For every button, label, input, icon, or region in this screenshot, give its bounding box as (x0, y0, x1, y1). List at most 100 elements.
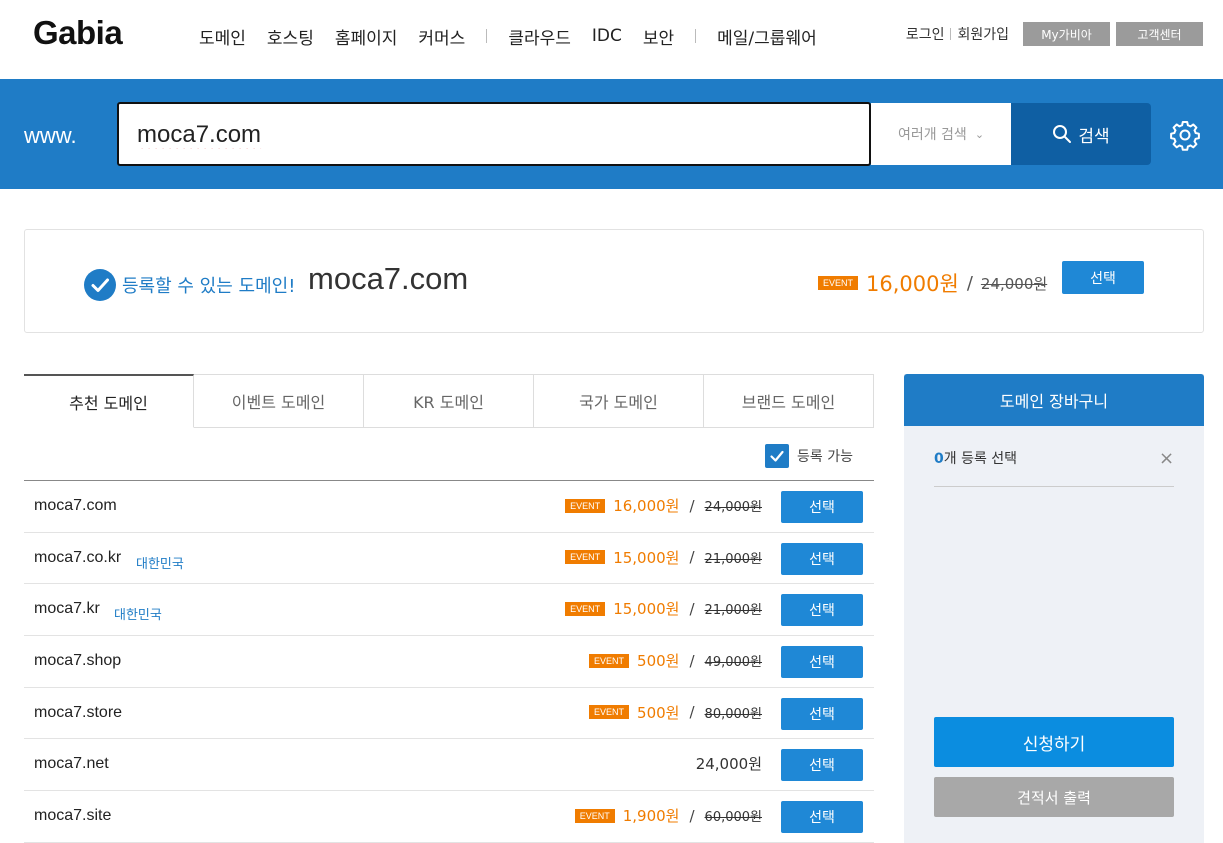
cart-divider (934, 486, 1174, 487)
signup-link[interactable]: 회원가입 (957, 24, 1009, 44)
price-slash: / (689, 599, 695, 618)
list-item: moca7.net 24,000원 선택 (24, 739, 874, 792)
apply-button[interactable]: 신청하기 (934, 717, 1174, 767)
result-event-price: 16,000원 (866, 272, 959, 296)
price-slash: / (966, 272, 973, 294)
event-price: 500원 (637, 703, 680, 722)
list-item: moca7.site EVENT 1,900원 / 60,000원 선택 (24, 791, 874, 843)
nav-divider (486, 29, 488, 43)
select-button[interactable]: 선택 (781, 697, 863, 730)
list-item: moca7.store EVENT 500원 / 80,000원 선택 (24, 688, 874, 740)
tab-event[interactable]: 이벤트 도메인 (194, 374, 364, 428)
select-button[interactable]: 선택 (781, 801, 863, 834)
utility-nav: 로그인 회원가입 My가비아 고객센터 (906, 22, 1203, 46)
domain-name: moca7.kr (34, 600, 100, 618)
support-center-button[interactable]: 고객센터 (1116, 22, 1203, 46)
event-price: 15,000원 (613, 600, 680, 619)
print-quote-button[interactable]: 견적서 출력 (934, 777, 1174, 817)
row-price: EVENT 1,900원 / 60,000원 (574, 805, 762, 826)
domain-list: moca7.com EVENT 16,000원 / 24,000원 선택 moc… (24, 480, 874, 843)
list-item: moca7.kr 대한민국 EVENT 15,000원 / 21,000원 선택 (24, 584, 874, 637)
select-button[interactable]: 선택 (781, 749, 863, 782)
original-price: 21,000원 (704, 551, 762, 567)
select-button[interactable]: 선택 (781, 646, 863, 679)
www-prefix: www. (24, 123, 77, 148)
nav-commerce[interactable]: 커머스 (418, 24, 465, 49)
row-price: EVENT 500원 / 49,000원 (589, 650, 762, 671)
select-button[interactable]: 선택 (781, 542, 863, 575)
search-box (117, 102, 871, 166)
util-divider (950, 28, 952, 40)
row-price: 24,000원 (696, 753, 762, 774)
nav-hosting[interactable]: 호스팅 (267, 24, 314, 49)
nav-mail-groupware[interactable]: 메일/그룹웨어 (717, 24, 817, 49)
cart-count: 0개 등록 선택 (934, 448, 1017, 468)
chevron-down-icon: ⌄ (974, 127, 985, 141)
event-price: 15,000원 (613, 548, 680, 567)
domain-search-bar: www. 여러개 검색 ⌄ 검색 (0, 79, 1223, 189)
search-button-label: 검색 (1078, 126, 1110, 147)
nav-idc[interactable]: IDC (592, 26, 622, 46)
list-item: moca7.com EVENT 16,000원 / 24,000원 선택 (24, 481, 874, 533)
nav-domain[interactable]: 도메인 (199, 24, 246, 49)
nav-homepage[interactable]: 홈페이지 (335, 24, 398, 49)
top-header: Gabia 도메인 호스팅 홈페이지 커머스 클라우드 IDC 보안 메일/그룹… (0, 0, 1223, 79)
original-price: 60,000원 (704, 810, 762, 826)
available-filter[interactable]: 등록 가능 (765, 444, 853, 468)
result-select-button[interactable]: 선택 (1062, 261, 1144, 294)
cart-title: 도메인 장바구니 (904, 374, 1204, 426)
domain-tabs: 추천 도메인 이벤트 도메인 KR 도메인 국가 도메인 브랜드 도메인 (24, 374, 874, 428)
search-icon (1053, 125, 1072, 143)
search-button[interactable]: 검색 (1011, 103, 1151, 165)
result-original-price: 24,000원 (980, 274, 1048, 293)
cart-count-label: 개 등록 선택 (943, 451, 1018, 467)
domain-name: moca7.site (34, 807, 112, 825)
available-filter-label: 등록 가능 (797, 449, 853, 465)
multi-search-dropdown[interactable]: 여러개 검색 ⌄ (871, 103, 1011, 165)
event-price: 16,000원 (613, 497, 680, 515)
multi-search-label: 여러개 검색 (897, 127, 967, 143)
nav-security[interactable]: 보안 (643, 24, 674, 49)
event-badge: EVENT (565, 550, 606, 565)
domain-name: moca7.store (34, 703, 123, 721)
domain-name: moca7.co.kr (34, 548, 122, 566)
domain-name: moca7.net (34, 755, 109, 773)
my-gabia-button[interactable]: My가비아 (1023, 22, 1110, 46)
price-slash: / (689, 703, 695, 722)
login-link[interactable]: 로그인 (906, 24, 945, 44)
row-price: EVENT 500원 / 80,000원 (589, 702, 762, 723)
domain-cart: 도메인 장바구니 0개 등록 선택 × 신청하기 견적서 출력 (904, 374, 1204, 843)
list-item: moca7.shop EVENT 500원 / 49,000원 선택 (24, 636, 874, 688)
original-price: 80,000원 (704, 706, 762, 722)
event-badge: EVENT (589, 705, 630, 720)
select-button[interactable]: 선택 (781, 594, 863, 627)
price-slash: / (689, 806, 695, 825)
gabia-logo[interactable]: Gabia (33, 14, 123, 52)
country-tag: 대한민국 (114, 608, 162, 624)
event-badge: EVENT (818, 276, 859, 290)
tab-kr[interactable]: KR 도메인 (364, 374, 534, 428)
event-badge: EVENT (565, 601, 606, 616)
select-button[interactable]: 선택 (781, 491, 863, 523)
availability-text: 등록할 수 있는 도메인! (122, 276, 296, 297)
original-price: 21,000원 (704, 603, 762, 619)
tab-recommended[interactable]: 추천 도메인 (24, 374, 194, 428)
price-slash: / (689, 548, 695, 567)
search-result-card: 등록할 수 있는 도메인! moca7.com EVENT 16,000원 / … (24, 229, 1204, 333)
nav-divider (695, 29, 697, 43)
close-icon[interactable]: × (1159, 448, 1174, 469)
gear-icon[interactable] (1169, 119, 1201, 151)
tab-brand[interactable]: 브랜드 도메인 (704, 374, 874, 428)
row-price: EVENT 15,000원 / 21,000원 (565, 598, 762, 619)
price-slash: / (689, 496, 695, 515)
event-badge: EVENT (589, 653, 630, 668)
price-slash: / (689, 651, 695, 670)
list-item: moca7.co.kr 대한민국 EVENT 15,000원 / 21,000원… (24, 533, 874, 585)
domain-search-input[interactable] (137, 118, 837, 152)
regular-price: 24,000원 (695, 755, 762, 774)
domain-name: moca7.shop (34, 652, 122, 670)
row-price: EVENT 16,000원 / 24,000원 (565, 495, 762, 516)
tab-country[interactable]: 국가 도메인 (534, 374, 704, 428)
nav-cloud[interactable]: 클라우드 (508, 24, 571, 49)
available-checkbox[interactable] (765, 444, 789, 468)
